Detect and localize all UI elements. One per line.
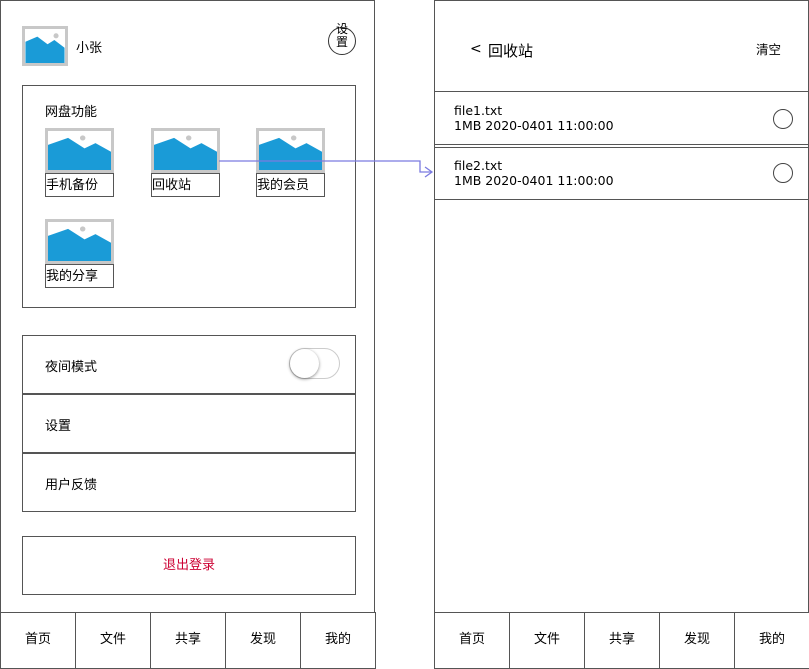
nav-tab-shared[interactable]: 共享 — [584, 612, 660, 669]
nav-tab-home[interactable]: 首页 — [0, 612, 76, 669]
image-placeholder-icon — [45, 219, 114, 264]
menu-label: 夜间模式 — [45, 360, 98, 375]
nav-tab-shared[interactable]: 共享 — [150, 612, 226, 669]
feature-label: 我的会员 — [256, 173, 325, 197]
file-meta: 1MB 2020-0401 11:00:00 — [454, 118, 614, 133]
file-meta: 1MB 2020-0401 11:00:00 — [454, 173, 614, 188]
settings-badge-button[interactable]: 设 置 — [328, 23, 356, 55]
toggle-knob — [290, 349, 319, 378]
nav-tab-discover[interactable]: 发现 — [225, 612, 301, 669]
nav-label: 首页 — [458, 632, 485, 647]
file-row[interactable]: file1.txt 1MB 2020-0401 11:00:00 — [435, 92, 808, 145]
avatar[interactable] — [22, 26, 68, 66]
nav-label: 文件 — [99, 632, 126, 647]
nav-label: 我的 — [758, 632, 785, 647]
nav-label: 首页 — [24, 632, 51, 647]
feature-label: 我的分享 — [45, 264, 114, 288]
nav-label: 发现 — [683, 632, 710, 647]
back-button[interactable]: < — [470, 41, 482, 57]
logout-label: 退出登录 — [162, 558, 215, 573]
night-mode-toggle[interactable] — [289, 348, 340, 379]
username: 小张 — [76, 41, 103, 56]
image-placeholder-icon — [256, 128, 325, 173]
recycle-bin-screen: < 回收站 清空 file1.txt 1MB 2020-0401 11:00:0… — [434, 0, 809, 669]
select-radio[interactable] — [773, 163, 793, 183]
image-placeholder-icon — [151, 128, 220, 173]
nav-tab-files[interactable]: 文件 — [75, 612, 151, 669]
file-name: file1.txt — [454, 103, 503, 118]
nav-label: 我的 — [324, 632, 351, 647]
image-placeholder-icon — [45, 128, 114, 173]
feature-label: 手机备份 — [45, 173, 114, 197]
image-placeholder-icon — [25, 33, 65, 63]
nav-label: 文件 — [533, 632, 560, 647]
nav-label: 共享 — [174, 632, 201, 647]
nav-label: 发现 — [249, 632, 276, 647]
nav-tab-mine[interactable]: 我的 — [734, 612, 809, 669]
file-row[interactable]: file2.txt 1MB 2020-0401 11:00:00 — [435, 147, 808, 200]
settings-badge-line2: 置 — [335, 35, 348, 49]
menu-row-settings[interactable]: 设置 — [22, 394, 356, 453]
nav-tab-discover[interactable]: 发现 — [659, 612, 735, 669]
file-name: file2.txt — [454, 158, 503, 173]
feature-label: 回收站 — [151, 173, 220, 197]
menu-label: 用户反馈 — [45, 478, 98, 493]
menu-label: 设置 — [45, 419, 72, 434]
nav-tab-files[interactable]: 文件 — [509, 612, 585, 669]
features-title: 网盘功能 — [45, 105, 98, 120]
profile-screen: 小张 设 置 网盘功能 手机备份 回收站 我的会员 我的分享 夜间模式 设置 用… — [0, 0, 376, 669]
nav-tab-home[interactable]: 首页 — [434, 612, 510, 669]
nav-label: 共享 — [608, 632, 635, 647]
nav-tab-mine[interactable]: 我的 — [300, 612, 376, 669]
select-radio[interactable] — [773, 109, 793, 129]
logout-button[interactable]: 退出登录 — [22, 536, 356, 595]
menu-row-night-mode[interactable]: 夜间模式 — [22, 335, 356, 394]
menu-row-feedback[interactable]: 用户反馈 — [22, 453, 356, 512]
page-title: 回收站 — [488, 42, 534, 60]
clear-button[interactable]: 清空 — [756, 39, 781, 58]
